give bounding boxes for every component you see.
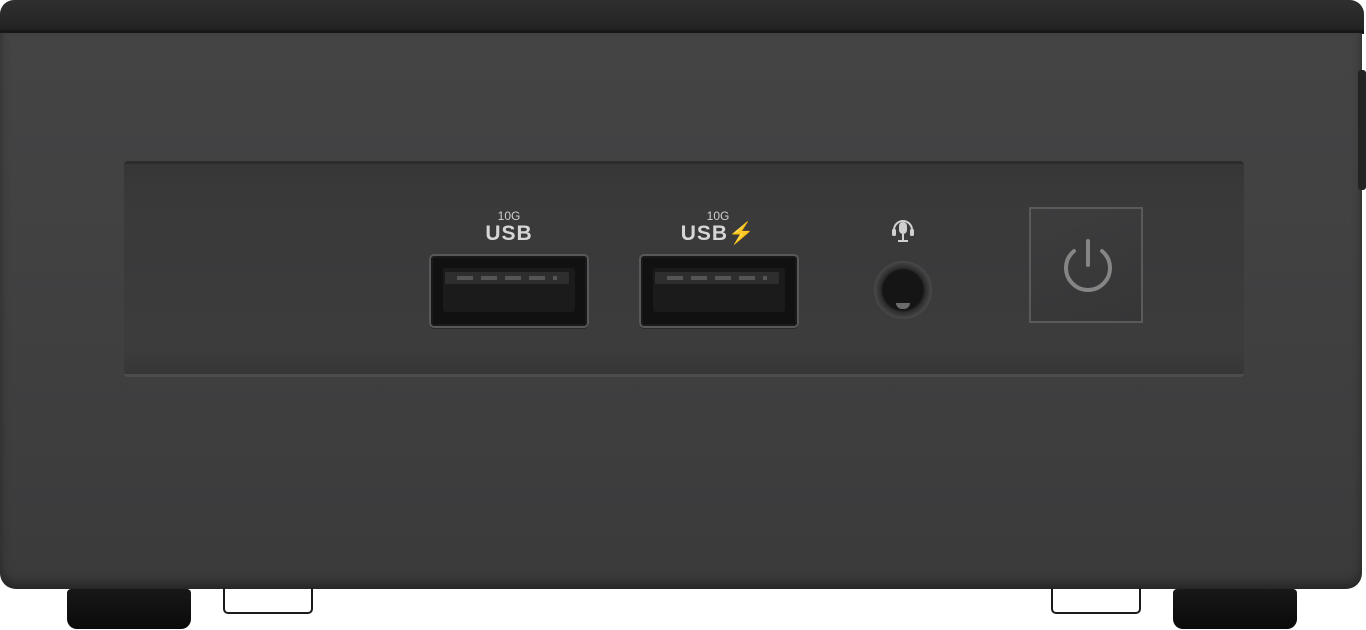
usb-port-1-label: 10G USB xyxy=(470,209,548,245)
usb-port-2-speed: 10G xyxy=(706,209,730,223)
usb-port-1-name: USB xyxy=(485,222,533,245)
headset-mic-icon xyxy=(892,220,914,242)
right-foot xyxy=(1173,589,1297,629)
left-clip xyxy=(223,588,313,614)
audio-jack[interactable] xyxy=(874,261,932,319)
usb-port-1[interactable] xyxy=(429,254,589,328)
top-lid xyxy=(0,0,1364,34)
usb-port-1-tongue xyxy=(445,272,569,284)
power-icon xyxy=(1064,239,1112,292)
left-foot xyxy=(67,589,191,629)
usb-port-1-speed: 10G xyxy=(497,209,521,223)
right-clip xyxy=(1051,588,1141,614)
usb-port-2-name: USB⚡ xyxy=(680,222,756,245)
power-button[interactable] xyxy=(1029,207,1143,323)
usb-port-2[interactable] xyxy=(639,254,799,328)
usb-port-2-tongue xyxy=(655,272,779,284)
mini-pc-front: 10G USB 10G USB⚡ xyxy=(0,0,1366,630)
usb-port-2-label: 10G USB⚡ xyxy=(672,209,764,245)
side-vent xyxy=(1358,70,1366,190)
